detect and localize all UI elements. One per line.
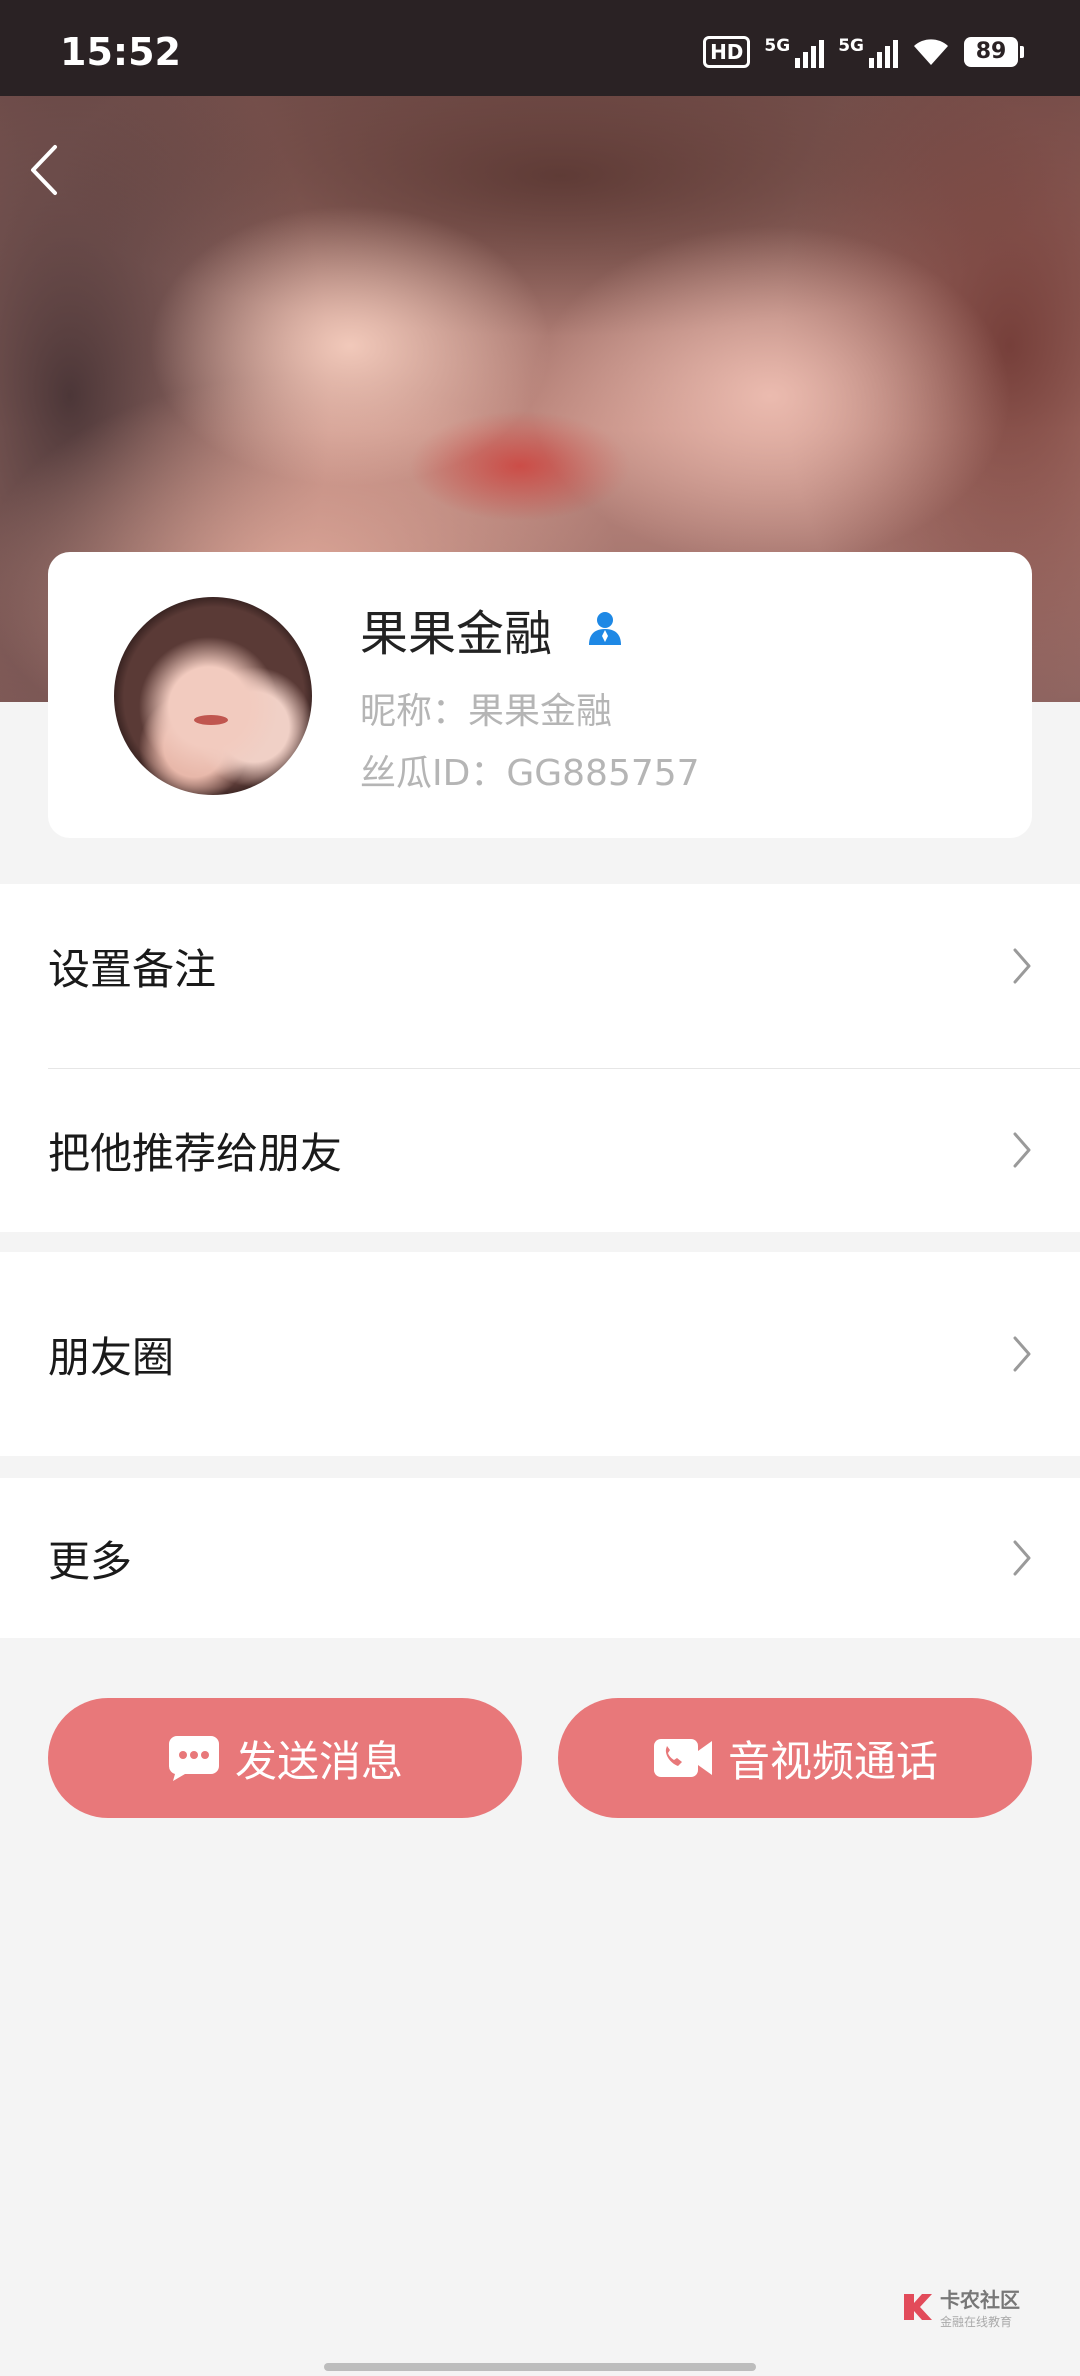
watermark-logo: 卡农社区 金融在线教育: [900, 2284, 1020, 2330]
profile-card: 果果金融 昵称：果果金融 丝瓜ID：GG885757: [48, 552, 1032, 838]
watermark-title: 卡农社区: [940, 2288, 1020, 2312]
chevron-left-icon: [31, 145, 57, 195]
av-call-button[interactable]: 音视频通话: [558, 1698, 1032, 1818]
set-remark-label: 设置备注: [48, 944, 217, 994]
signal-icon-1: 5G: [764, 36, 825, 68]
status-icons: HD 5G 5G 89: [703, 36, 1024, 68]
more-label: 更多: [48, 1536, 133, 1586]
send-message-button[interactable]: 发送消息: [48, 1698, 522, 1818]
av-call-label: 音视频通话: [727, 1736, 938, 1786]
hd-icon: HD: [703, 36, 751, 68]
profile-name: 果果金融: [360, 606, 553, 662]
back-button[interactable]: [14, 130, 74, 210]
moments-item[interactable]: 朋友圈: [0, 1252, 1080, 1456]
chevron-right-icon: [1013, 948, 1031, 984]
chevron-right-icon: [1013, 1132, 1031, 1168]
menu-group-contact: 设置备注 把他推荐给朋友: [0, 884, 1080, 1232]
status-time: 15:52: [60, 30, 181, 74]
recommend-label: 把他推荐给朋友: [48, 1128, 343, 1178]
wifi-icon: [914, 39, 948, 65]
profile-id: 丝瓜ID：GG885757: [360, 753, 700, 794]
chat-bubble-icon: [168, 1736, 219, 1781]
signal-icon-2: 5G: [838, 36, 898, 68]
kanong-logo-icon: [904, 2294, 932, 2320]
action-bar: 发送消息 音视频通话: [48, 1698, 1032, 1818]
menu-group-moments: 朋友圈: [0, 1252, 1080, 1456]
menu-group-more: 更多: [0, 1478, 1080, 1638]
more-item[interactable]: 更多: [0, 1478, 1080, 1638]
chevron-right-icon: [1013, 1540, 1031, 1576]
battery-icon: 89: [964, 37, 1024, 67]
status-bar: 15:52 HD 5G 5G 89: [0, 0, 1080, 96]
watermark-subtitle: 金融在线教育: [940, 2315, 1013, 2329]
profile-nickname: 昵称：果果金融: [360, 691, 613, 732]
send-message-label: 发送消息: [234, 1736, 403, 1786]
home-indicator[interactable]: [324, 2363, 756, 2371]
recommend-item[interactable]: 把他推荐给朋友: [0, 1068, 1080, 1232]
set-remark-item[interactable]: 设置备注: [0, 884, 1080, 1048]
verified-user-icon: [589, 612, 621, 645]
chevron-right-icon: [1013, 1336, 1031, 1372]
moments-label: 朋友圈: [48, 1332, 175, 1382]
avatar[interactable]: [114, 597, 312, 795]
video-call-icon: [653, 1739, 712, 1777]
